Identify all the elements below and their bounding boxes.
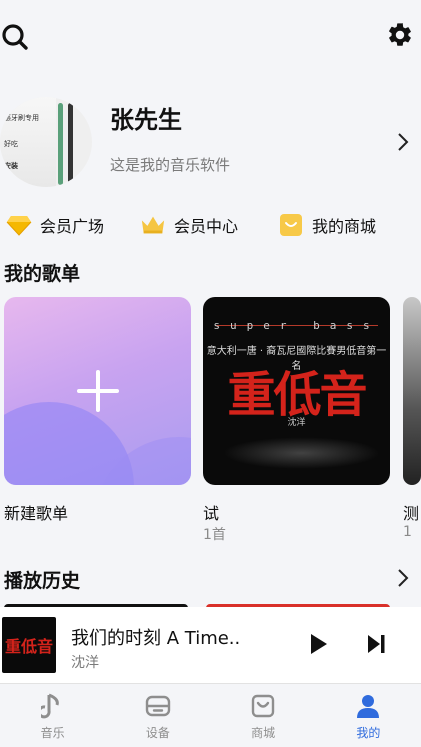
nav-label: 设备 — [145, 726, 170, 740]
bag-icon — [278, 213, 304, 237]
person-icon — [354, 692, 382, 720]
playlist-name: 测 — [403, 504, 420, 523]
mini-player-cover: 重低音 — [2, 617, 56, 673]
nav-label: 商城 — [251, 726, 276, 740]
bag-icon — [249, 692, 277, 720]
search-button[interactable] — [0, 22, 30, 52]
avatar[interactable]: 感牙刷专用 好吃 安装 — [0, 97, 92, 187]
playlist-name: 新建歌单 — [4, 504, 69, 523]
playlist-count: 1首 — [203, 527, 226, 543]
diamond-icon — [6, 213, 32, 237]
history-title: 播放历史 — [4, 570, 81, 592]
quick-link-label: 会员中心 — [174, 217, 239, 236]
quick-link-member-plaza[interactable]: 会员广场 — [6, 211, 104, 239]
playlist-card[interactable]: super bass 意大利一唐 · 裔瓦尼國際比賽男低音第一名 重低音 沈洋 — [203, 297, 390, 485]
toothbrush-image — [68, 103, 73, 185]
play-button[interactable] — [303, 629, 333, 659]
quick-link-label: 会员广场 — [40, 217, 105, 236]
avatar-text: 安装 — [4, 162, 18, 170]
skip-next-icon — [368, 635, 385, 653]
album-artist: 沈洋 — [287, 418, 306, 428]
mini-player[interactable]: 重低音 我们的时刻 A Time.. 沈洋 — [0, 607, 421, 683]
toothbrush-image — [58, 103, 63, 185]
playlist-count: 1 — [403, 524, 412, 540]
quick-link-member-center[interactable]: 会员中心 — [140, 211, 238, 239]
quick-link-label: 我的商城 — [312, 217, 377, 236]
play-icon — [311, 634, 327, 654]
nav-label: 我的 — [356, 726, 381, 740]
avatar-text: 感牙刷专用 — [4, 114, 39, 122]
playlist-name: 试 — [203, 504, 220, 523]
playlist-card[interactable] — [403, 297, 421, 485]
nav-item-music[interactable]: 音乐 — [0, 684, 105, 747]
mini-player-artist: 沈洋 — [71, 655, 99, 671]
my-playlists-title: 我的歌单 — [4, 263, 81, 285]
quick-link-my-mall[interactable]: 我的商城 — [278, 211, 376, 239]
settings-button[interactable] — [385, 20, 415, 50]
music-note-icon — [39, 692, 67, 720]
search-icon — [2, 24, 28, 50]
plus-icon — [96, 370, 100, 412]
profile-chevron-right-icon[interactable] — [395, 130, 411, 154]
nav-item-device[interactable]: 设备 — [105, 684, 210, 747]
gear-icon — [389, 23, 411, 46]
mini-player-title: 我们的时刻 A Time.. — [71, 628, 241, 649]
history-chevron-right-icon[interactable] — [395, 566, 411, 590]
mini-player-cover-text: 重低音 — [4, 637, 53, 656]
new-playlist-card[interactable] — [4, 297, 191, 485]
crown-icon — [140, 213, 166, 237]
bottom-nav: 音乐 设备 商城 我的 — [0, 683, 421, 747]
device-icon — [144, 692, 172, 720]
profile-name: 张先生 — [110, 106, 182, 134]
profile-bio: 这是我的音乐软件 — [110, 156, 231, 174]
album-top-text: super bass — [213, 319, 380, 332]
avatar-product-box: 感牙刷专用 好吃 安装 — [0, 97, 56, 187]
nav-label: 音乐 — [40, 726, 65, 740]
nav-item-mine[interactable]: 我的 — [316, 684, 421, 747]
next-button[interactable] — [361, 629, 391, 659]
nav-item-mall[interactable]: 商城 — [211, 684, 316, 747]
avatar-text: 好吃 — [4, 140, 18, 148]
